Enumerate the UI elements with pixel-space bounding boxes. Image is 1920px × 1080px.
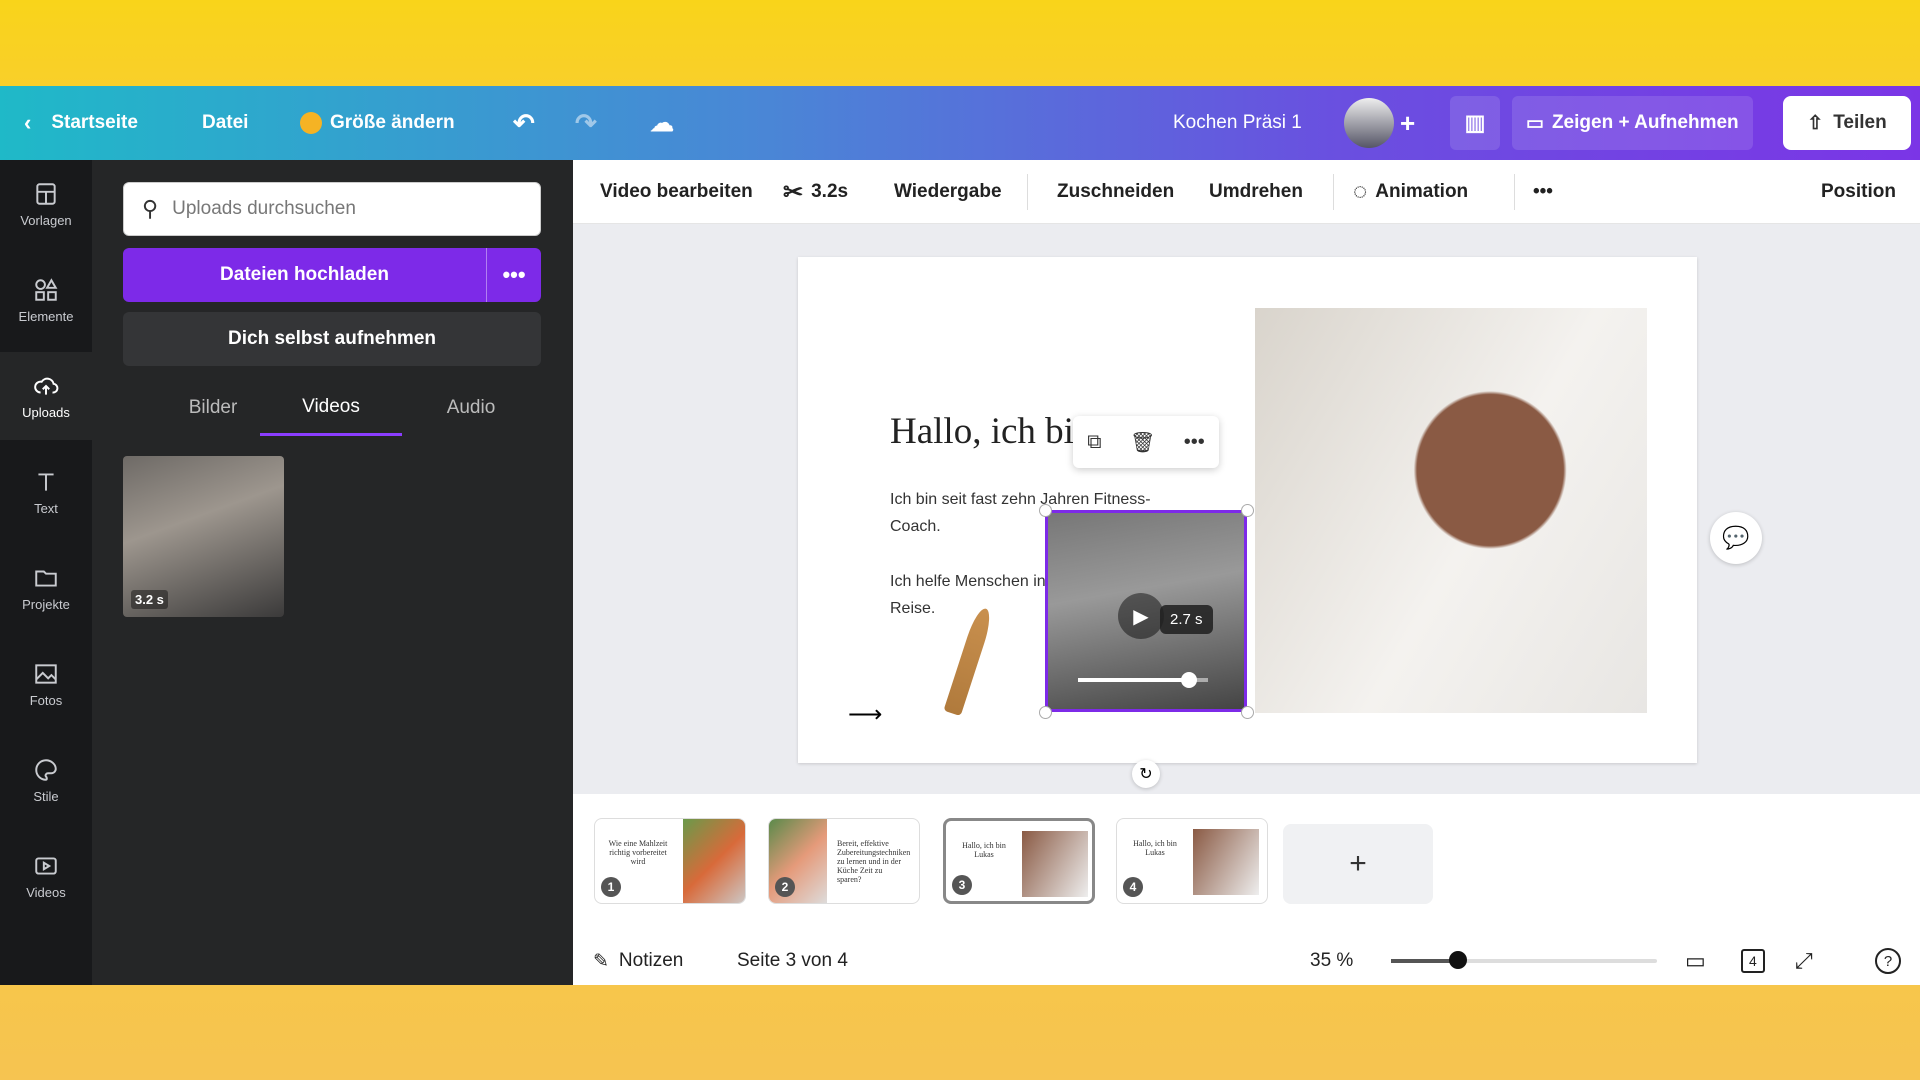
- page-count-button[interactable]: 4: [1741, 937, 1765, 985]
- share-button[interactable]: ⇧ Teilen: [1783, 96, 1911, 150]
- play-icon[interactable]: ▶: [1118, 593, 1164, 639]
- position-button[interactable]: Position: [1821, 160, 1896, 224]
- element-context-menu: ⧉ 🗑 •••: [1073, 416, 1219, 468]
- folder-icon: [35, 570, 57, 587]
- resize-handle[interactable]: [1241, 504, 1254, 517]
- page-thumbnail-2[interactable]: Bereit, effektive Zubereitungstechniken …: [768, 818, 920, 904]
- share-upload-icon: ⇧: [1807, 112, 1824, 134]
- top-bar: ‹ Startseite Datei Größe ändern ↶ ↷ ☁ Koc…: [0, 86, 1920, 160]
- slide-heading[interactable]: Hallo, ich bin: [890, 410, 1092, 453]
- rail-item-text[interactable]: Text: [0, 448, 92, 536]
- duplicate-icon[interactable]: ⧉: [1087, 431, 1101, 454]
- grid-view-icon[interactable]: ▭: [1685, 937, 1706, 985]
- add-comment-icon[interactable]: 💬: [1710, 512, 1762, 564]
- flip-button[interactable]: Umdrehen: [1209, 160, 1303, 224]
- zoom-level[interactable]: 35 %: [1310, 937, 1353, 985]
- rail-item-videos[interactable]: Videos: [0, 832, 92, 920]
- tab-videos[interactable]: Videos: [260, 380, 402, 436]
- arrow-right-icon: ⟶: [848, 701, 883, 728]
- more-options-icon[interactable]: •••: [1533, 160, 1553, 224]
- trim-button[interactable]: ✂ 3.2s: [783, 160, 848, 224]
- uploads-panel: ⚲ Uploads durchsuchen Dateien hochladen ••…: [92, 160, 573, 985]
- side-rail: Vorlagen Elemente Uploads Text Projekte …: [0, 160, 92, 985]
- rail-item-fotos[interactable]: Fotos: [0, 640, 92, 728]
- template-icon: [36, 182, 56, 205]
- search-icon: ⚲: [142, 196, 159, 221]
- camera-icon: ▭: [1526, 112, 1544, 134]
- redo-icon[interactable]: ↷: [575, 86, 597, 160]
- page-thumbnail-4[interactable]: Hallo, ich bin Lukas 4: [1116, 818, 1268, 904]
- tab-audio[interactable]: Audio: [400, 380, 542, 436]
- avatar[interactable]: [1344, 98, 1394, 148]
- fullscreen-icon[interactable]: ⤢: [1795, 937, 1813, 985]
- image-icon: [35, 663, 57, 684]
- zoom-slider[interactable]: [1391, 951, 1657, 969]
- page-strip: Wie eine Mahlzeit richtig vorbereitet wi…: [573, 794, 1920, 937]
- crown-icon: [300, 112, 322, 134]
- animation-button[interactable]: ◌ Animation: [1353, 160, 1468, 224]
- rail-item-projekte[interactable]: Projekte: [0, 544, 92, 632]
- footer-bar: ✎ Notizen Seite 3 von 4 35 % ▭ 4 ⤢ ?: [573, 937, 1920, 985]
- undo-icon[interactable]: ↶: [513, 86, 535, 160]
- document-title[interactable]: Kochen Präsi 1: [1173, 86, 1302, 160]
- playback-button[interactable]: Wiedergabe: [894, 160, 1002, 224]
- resize-button[interactable]: Größe ändern: [300, 86, 455, 160]
- coach-photo[interactable]: [1255, 308, 1647, 713]
- cloud-upload-icon: [34, 377, 59, 395]
- page-thumbnail-3[interactable]: Hallo, ich bin Lukas 3: [943, 818, 1095, 904]
- present-record-button[interactable]: ▭ Zeigen + Aufnehmen: [1512, 96, 1753, 150]
- chevron-left-icon: ‹: [24, 110, 32, 135]
- insights-chart-icon[interactable]: ▥: [1450, 96, 1500, 150]
- trash-icon[interactable]: 🗑: [1130, 430, 1155, 455]
- edit-video-button[interactable]: Video bearbeiten: [600, 160, 753, 224]
- selected-video-element[interactable]: ▶ 2.7 s: [1045, 510, 1247, 712]
- search-input[interactable]: ⚲ Uploads durchsuchen: [123, 182, 541, 236]
- crop-button[interactable]: Zuschneiden: [1057, 160, 1174, 224]
- resize-handle[interactable]: [1039, 706, 1052, 719]
- notes-icon: ✎: [593, 950, 609, 972]
- upload-files-button[interactable]: Dateien hochladen •••: [123, 248, 541, 302]
- rail-item-uploads[interactable]: Uploads: [0, 352, 92, 440]
- home-button[interactable]: ‹ Startseite: [24, 86, 138, 160]
- video-icon: [35, 856, 57, 875]
- uploaded-video-thumbnail[interactable]: 3.2 s: [123, 456, 284, 617]
- resize-handle[interactable]: [1039, 504, 1052, 517]
- rail-item-elemente[interactable]: Elemente: [0, 256, 92, 344]
- page-indicator: Seite 3 von 4: [737, 950, 848, 971]
- rotate-icon[interactable]: ↻: [1132, 760, 1160, 788]
- cloud-saved-icon[interactable]: ☁: [650, 86, 674, 160]
- rail-item-vorlagen[interactable]: Vorlagen: [0, 160, 92, 248]
- record-yourself-button[interactable]: Dich selbst aufnehmen: [123, 312, 541, 366]
- shapes-icon: [35, 277, 58, 301]
- context-toolbar: Video bearbeiten ✂ 3.2s Wiedergabe Zuschn…: [573, 160, 1920, 224]
- add-collaborator-icon[interactable]: +: [1400, 86, 1415, 160]
- notes-button[interactable]: ✎ Notizen: [593, 937, 683, 985]
- rail-item-stile[interactable]: Stile: [0, 736, 92, 824]
- help-icon[interactable]: ?: [1875, 937, 1901, 985]
- scissors-icon: ✂: [783, 178, 804, 206]
- more-options-icon[interactable]: •••: [487, 262, 541, 288]
- file-menu[interactable]: Datei: [202, 86, 248, 160]
- resize-handle[interactable]: [1241, 706, 1254, 719]
- more-options-icon[interactable]: •••: [1184, 431, 1205, 454]
- text-icon: [38, 472, 54, 491]
- video-time-tooltip: 2.7 s: [1160, 605, 1213, 634]
- add-page-button[interactable]: +: [1283, 824, 1433, 904]
- palette-icon: [35, 758, 57, 781]
- animation-icon: ◌: [1353, 178, 1368, 205]
- page-thumbnail-1[interactable]: Wie eine Mahlzeit richtig vorbereitet wi…: [594, 818, 746, 904]
- video-scrubber[interactable]: [1078, 672, 1208, 688]
